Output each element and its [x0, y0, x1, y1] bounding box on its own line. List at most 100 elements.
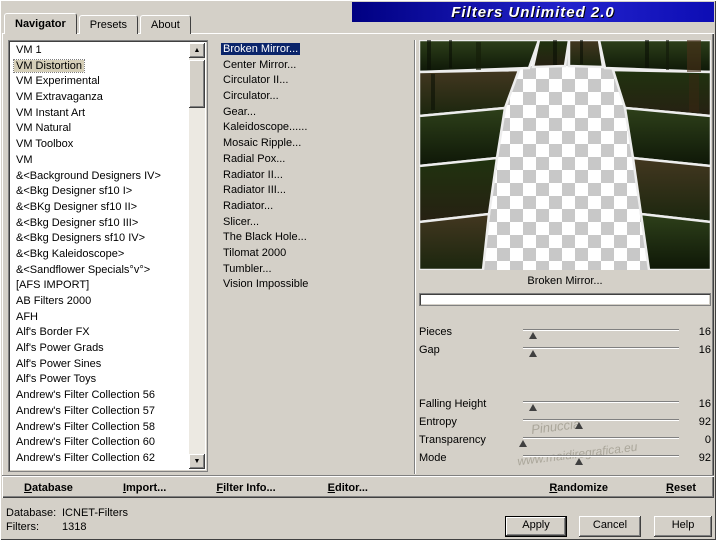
cancel-button[interactable]: Cancel — [579, 516, 641, 537]
filter-item[interactable]: Kaleidoscope...... — [218, 120, 412, 136]
category-item[interactable]: VM — [11, 153, 189, 169]
filter-item[interactable]: Circulator... — [218, 89, 412, 105]
category-item-label: &<Bkg Designer sf10 III> — [16, 216, 139, 229]
category-item-label: Andrew's Filter Collection 60 — [16, 436, 156, 449]
category-item[interactable]: Andrew's Filter Collection 56 — [11, 388, 189, 404]
filter-item[interactable]: Vision Impossible — [218, 277, 412, 293]
category-item-label: AB Filters 2000 — [16, 295, 92, 307]
filter-item-label: Radiator III... — [223, 184, 286, 197]
category-item[interactable]: &<Background Designers IV> — [11, 169, 189, 185]
category-item[interactable]: Alf's Power Sines — [11, 357, 189, 373]
category-item[interactable]: VM Distortion — [11, 58, 189, 75]
filter-item[interactable]: The Black Hole... — [218, 230, 412, 246]
category-item-label: &<Bkg Designers sf10 IV> — [16, 232, 146, 245]
slider-track[interactable] — [523, 326, 679, 339]
title-bar: Filters Unlimited 2.0 — [352, 2, 714, 22]
category-item[interactable]: VM Extravaganza — [11, 90, 189, 106]
category-item-label: Andrew's Filter Collection 62 — [16, 451, 156, 464]
category-item-label: &<Background Designers IV> — [16, 169, 161, 182]
category-item-label: [AFS IMPORT] — [16, 279, 90, 292]
reset-button[interactable]: Reset — [666, 482, 696, 494]
filter-item[interactable]: Broken Mirror... — [218, 42, 412, 58]
scroll-down-icon[interactable]: ▼ — [189, 454, 205, 469]
filter-item[interactable]: Radiator II... — [218, 168, 412, 184]
category-item[interactable]: &<BKg Designer sf10 II> — [11, 200, 189, 216]
category-item[interactable]: Andrew's Filter Collection 60 — [11, 435, 189, 451]
slider-track[interactable] — [523, 398, 679, 411]
slider-label: Mode — [419, 452, 447, 464]
category-item[interactable]: Andrew's Filter Collection 62 — [11, 451, 189, 467]
filters-unlimited-window: Filters Unlimited 2.0 Navigator Presets … — [0, 0, 716, 540]
apply-button[interactable]: Apply — [505, 516, 567, 537]
filter-item[interactable]: Circulator II... — [218, 73, 412, 89]
slider-track[interactable] — [519, 434, 679, 447]
category-item[interactable]: &<Bkg Designers sf10 IV> — [11, 231, 189, 247]
category-item[interactable]: &<Bkg Designer sf10 III> — [11, 216, 189, 232]
filter-item[interactable]: Radiator III... — [218, 183, 412, 199]
filter-item[interactable]: Tilomat 2000 — [218, 246, 412, 262]
scroll-up-icon[interactable]: ▲ — [189, 43, 205, 58]
slider-thumb[interactable] — [575, 458, 584, 465]
category-item[interactable]: [AFS IMPORT] — [11, 278, 189, 294]
category-scrollbar[interactable]: ▲ ▼ — [189, 43, 205, 469]
category-item[interactable]: VM Natural — [11, 121, 189, 137]
preview-image — [419, 40, 711, 270]
category-item[interactable]: VM Instant Art — [11, 106, 189, 122]
randomize-button[interactable]: Randomize — [549, 482, 608, 494]
category-item[interactable]: AFH — [11, 310, 189, 326]
filter-info-button[interactable]: Filter Info... — [216, 482, 275, 494]
import-button[interactable]: Import... — [123, 482, 166, 494]
filter-item[interactable]: Center Mirror... — [218, 58, 412, 74]
category-item-label: VM Distortion — [12, 58, 86, 73]
filter-item-label: Kaleidoscope...... — [223, 121, 308, 134]
filter-item[interactable]: Gear... — [218, 105, 412, 121]
tab-presets[interactable]: Presets — [78, 15, 139, 34]
filter-item[interactable]: Slicer... — [218, 215, 412, 231]
slider-gap: Gap 16 — [419, 341, 711, 359]
category-item[interactable]: VM Experimental — [11, 74, 189, 90]
database-button[interactable]: Database — [24, 482, 73, 494]
database-label: Database: — [6, 507, 57, 519]
slider-track[interactable] — [523, 416, 679, 429]
category-item[interactable]: Alf's Power Grads — [11, 341, 189, 357]
filter-item[interactable]: Mosaic Ripple... — [218, 136, 412, 152]
tab-about[interactable]: About — [140, 15, 191, 34]
scrollbar-thumb[interactable] — [189, 60, 205, 108]
category-item[interactable]: &<Bkg Kaleidoscope> — [11, 247, 189, 263]
slider-track[interactable] — [523, 344, 679, 357]
category-item[interactable]: VM 1 — [11, 43, 189, 59]
category-item[interactable]: Andrew's Filter Collection 57 — [11, 404, 189, 420]
category-item-label: Alf's Border FX — [16, 326, 90, 339]
filter-item[interactable]: Radial Pox... — [218, 152, 412, 168]
slider-label: Entropy — [419, 416, 457, 428]
slider-thumb[interactable] — [528, 332, 537, 339]
category-list: VM 1 VM Distortion VM Experimental VM Extra… — [11, 43, 189, 469]
filter-item[interactable]: Tumbler... — [218, 262, 412, 278]
database-value: ICNET-Filters — [62, 507, 128, 519]
category-item[interactable]: VM Toolbox — [11, 137, 189, 153]
tab-navigator[interactable]: Navigator — [4, 13, 77, 34]
slider-thumb[interactable] — [519, 440, 527, 447]
category-item[interactable]: &<Bkg Designer sf10 I> — [11, 184, 189, 200]
slider-track[interactable] — [523, 452, 679, 465]
category-item-label: Alf's Power Sines — [16, 357, 102, 370]
category-item[interactable]: Alf's Border FX — [11, 325, 189, 341]
filter-item[interactable]: Radiator... — [218, 199, 412, 215]
slider-thumb[interactable] — [528, 404, 537, 411]
category-item-label: Andrew's Filter Collection 57 — [16, 404, 156, 417]
category-item[interactable]: AB Filters 2000 — [11, 294, 189, 310]
slider-thumb[interactable] — [575, 422, 584, 429]
category-item[interactable]: Andrew's Filter Collection 58 — [11, 420, 189, 436]
category-item[interactable]: &<Sandflower Specials°v°> — [11, 263, 189, 279]
category-item-label: VM — [16, 153, 33, 166]
slider-thumb[interactable] — [528, 350, 537, 357]
category-item-label: VM Extravaganza — [16, 91, 103, 104]
category-item-label: VM Experimental — [16, 75, 100, 88]
filter-item-label: Radial Pox... — [223, 152, 286, 165]
vertical-separator — [414, 40, 416, 474]
help-button[interactable]: Help — [654, 516, 712, 537]
editor-button[interactable]: Editor... — [328, 482, 368, 494]
category-item[interactable]: Alf's Power Toys — [11, 372, 189, 388]
filters-label: Filters: — [6, 521, 39, 533]
slider-list: Pinuccia www.maidiregrafica.eu Pieces 16 G… — [419, 323, 711, 468]
